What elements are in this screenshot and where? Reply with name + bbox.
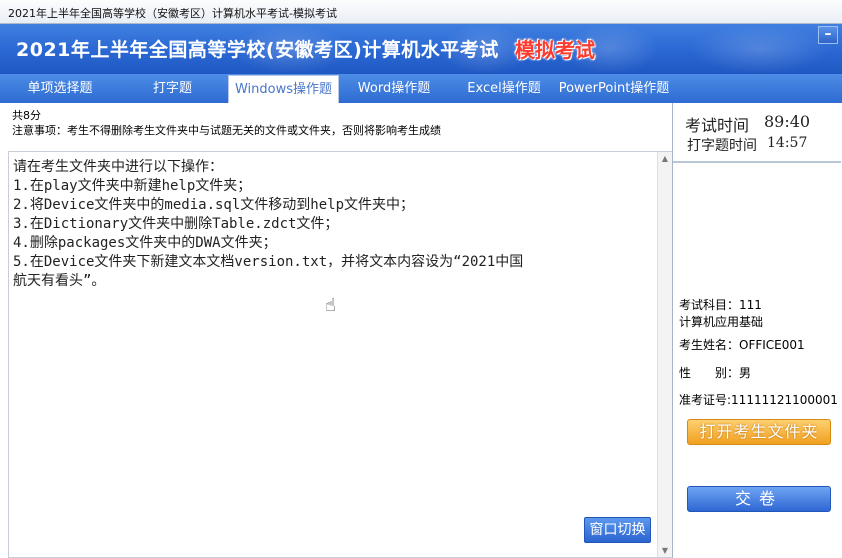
scroll-down-icon[interactable]: ▼	[660, 546, 670, 555]
question-notice: 注意事项：考生不得删除考生文件夹中与试题无关的文件或文件夹，否则将影响考生成绩	[12, 124, 441, 137]
exam-title: 2021年上半年全国高等学校(安徽考区)计算机水平考试	[16, 39, 499, 61]
tab-powerpoint[interactable]: PowerPoint操作题	[557, 74, 671, 103]
exam-time-label: 考试时间	[685, 116, 750, 135]
question-type-tabs: 单项选择题 打字题 Windows操作题 Word操作题 Excel操作题 Po…	[0, 74, 842, 103]
exam-header: 2021年上半年全国高等学校(安徽考区)计算机水平考试 模拟考试 –	[0, 24, 842, 74]
candidate-ticket-number: 准考证号:11111121100001	[679, 393, 838, 407]
open-candidate-folder-button[interactable]: 打开考生文件夹	[687, 419, 831, 445]
exam-time-value: 89:40	[764, 112, 811, 131]
question-line: 2.将Device文件夹中的media.sql文件移动到help文件夹中；	[13, 197, 415, 213]
typing-time-label: 打字题时间	[687, 138, 757, 154]
tab-excel[interactable]: Excel操作题	[453, 74, 555, 103]
exam-subject: 考试科目：111	[679, 298, 762, 312]
typing-time-value: 14:57	[767, 135, 808, 151]
question-scrollbar[interactable]: ▲ ▼	[657, 152, 672, 557]
exam-subject-name: 计算机应用基础	[679, 315, 764, 329]
mock-exam-label: 模拟考试	[515, 38, 595, 62]
header-decoration	[690, 24, 830, 74]
question-line: 3.在Dictionary文件夹中删除Table.zdct文件；	[13, 216, 339, 232]
question-content-box[interactable]: 请在考生文件夹中进行以下操作： 1.在play文件夹中新建help文件夹； 2.…	[8, 151, 672, 558]
exam-window: 2021年上半年全国高等学校（安徽考区）计算机水平考试-模拟考试 2021年上半…	[0, 0, 842, 558]
question-line: 请在考生文件夹中进行以下操作：	[13, 159, 223, 175]
panel-divider	[673, 161, 841, 163]
minimize-button[interactable]: –	[818, 26, 838, 44]
question-score: 共8分	[12, 109, 41, 122]
scroll-up-icon[interactable]: ▲	[660, 154, 670, 163]
submit-exam-button[interactable]: 交卷	[687, 486, 831, 512]
tab-word[interactable]: Word操作题	[340, 74, 448, 103]
window-title: 2021年上半年全国高等学校（安徽考区）计算机水平考试-模拟考试	[8, 7, 337, 20]
hand-cursor-icon: ☝	[325, 295, 336, 316]
question-line: 航天有看头”。	[13, 273, 106, 289]
candidate-gender: 性 别：男	[679, 366, 752, 380]
question-area: 共8分 注意事项：考生不得删除考生文件夹中与试题无关的文件或文件夹，否则将影响考…	[0, 103, 672, 558]
question-line: 1.在play文件夹中新建help文件夹；	[13, 178, 252, 194]
tab-single-choice[interactable]: 单项选择题	[0, 74, 120, 103]
exam-info-panel: 考试时间 89:40 打字题时间 14:57 考试科目：111 计算机应用基础 …	[672, 103, 842, 558]
tab-typing[interactable]: 打字题	[120, 74, 225, 103]
question-text: 请在考生文件夹中进行以下操作： 1.在play文件夹中新建help文件夹； 2.…	[13, 158, 653, 291]
question-line: 5.在Device文件夹下新建文本文档version.txt，并将文本内容设为“…	[13, 254, 524, 270]
window-titlebar[interactable]: 2021年上半年全国高等学校（安徽考区）计算机水平考试-模拟考试	[0, 0, 842, 24]
candidate-name: 考生姓名：OFFICE001	[679, 338, 805, 352]
window-switch-button[interactable]: 窗口切换	[584, 517, 651, 543]
tab-windows[interactable]: Windows操作题	[228, 75, 339, 103]
question-line: 4.删除packages文件夹中的DWA文件夹；	[13, 235, 277, 251]
